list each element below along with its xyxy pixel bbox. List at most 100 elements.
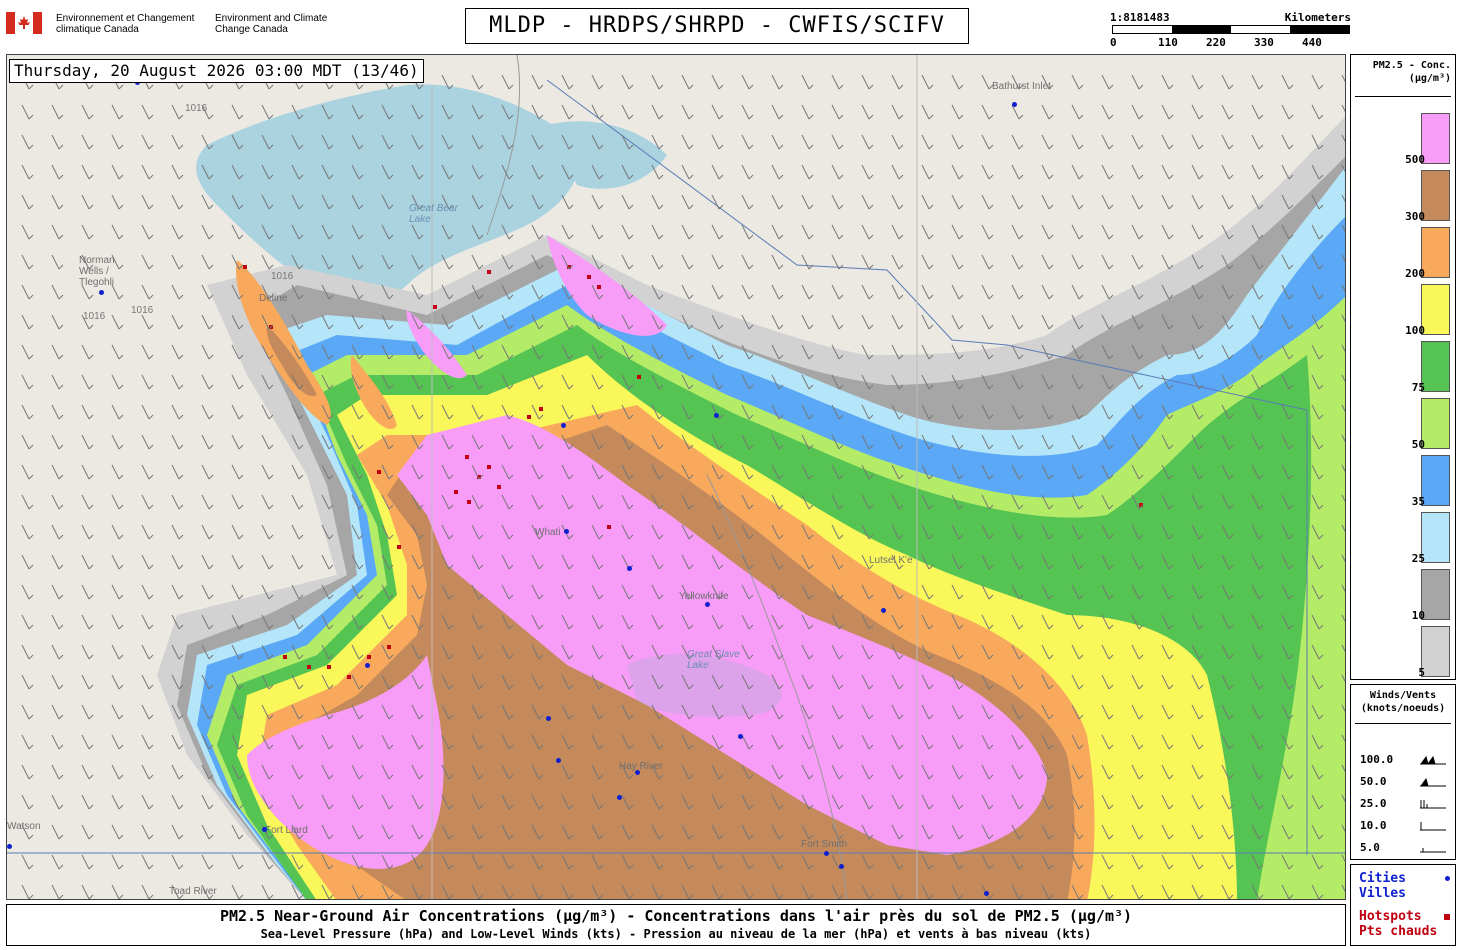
wind-barb <box>501 74 514 90</box>
city-marker[interactable] <box>561 423 566 428</box>
city-marker[interactable] <box>365 663 370 668</box>
city-marker[interactable] <box>556 758 561 763</box>
wind-barb <box>201 314 214 330</box>
wind-barb <box>141 854 154 870</box>
wind-barb <box>981 134 994 150</box>
map-panel[interactable]: Bathurst Inlet Great Bear Lake Norman We… <box>6 54 1346 900</box>
wind-barb <box>861 254 874 270</box>
wind-barb <box>1221 194 1234 210</box>
wind-barb <box>861 224 874 240</box>
wind-barb <box>921 164 934 180</box>
wind-legend-row: 100.0 <box>1360 751 1452 769</box>
wind-barb <box>861 164 874 180</box>
city-marker[interactable] <box>839 864 844 869</box>
city-marker[interactable] <box>262 827 267 832</box>
wind-barb <box>261 464 274 480</box>
wind-barb <box>111 494 124 510</box>
wind-barb <box>21 254 34 270</box>
wind-barb <box>81 524 94 540</box>
wind-barb <box>1281 134 1294 150</box>
wind-barb <box>981 224 994 240</box>
wind-barb <box>111 374 124 390</box>
place-norman-wells: Norman Wells / Tlegohli <box>79 255 115 288</box>
city-marker[interactable] <box>714 413 719 418</box>
wind-barb <box>81 824 94 840</box>
wind-barb <box>141 434 154 450</box>
wind-barb <box>591 194 604 210</box>
wind-barb <box>261 494 274 510</box>
wind-barb <box>1041 284 1054 300</box>
wind-barb <box>801 74 814 90</box>
city-marker[interactable] <box>824 851 829 856</box>
wind-barb <box>171 494 184 510</box>
wind-barb <box>1341 104 1345 113</box>
wind-barb <box>201 854 214 870</box>
concentration-legend: PM2.5 - Conc. (µg/m³) 500 300 200 100 75 50 35… <box>1350 54 1456 680</box>
wind-barb <box>561 74 574 90</box>
city-marker[interactable] <box>617 795 622 800</box>
wind-barb <box>81 884 94 899</box>
wind-barb <box>231 584 244 600</box>
city-marker[interactable] <box>546 716 551 721</box>
wind-barb <box>81 734 94 750</box>
wind-legend-row: 5.0 <box>1360 839 1452 857</box>
wind-barb <box>1131 134 1144 150</box>
wind-barb <box>831 164 844 180</box>
wind-barb <box>81 104 94 120</box>
city-marker[interactable] <box>738 734 743 739</box>
wind-barb <box>261 884 274 899</box>
scale-ratio: 1:8181483 <box>1110 11 1170 24</box>
wind-barb <box>261 434 274 450</box>
wind-barb <box>531 74 544 90</box>
wind-barb <box>81 164 94 180</box>
map-canvas[interactable] <box>7 55 1346 900</box>
city-marker[interactable] <box>627 566 632 571</box>
wind-barb <box>651 104 664 120</box>
wind-barb <box>21 404 34 420</box>
wind-barb <box>1101 104 1114 120</box>
city-marker[interactable] <box>1012 102 1017 107</box>
wind-barb <box>681 74 694 90</box>
city-marker[interactable] <box>705 602 710 607</box>
wind-barb <box>171 284 184 300</box>
wind-barb <box>201 374 214 390</box>
city-marker[interactable] <box>7 844 12 849</box>
legend-swatch <box>1421 626 1450 677</box>
scale-tick: 440 <box>1302 36 1322 49</box>
city-marker[interactable] <box>984 891 989 896</box>
city-marker[interactable] <box>99 290 104 295</box>
wind-barb <box>231 554 244 570</box>
wind-barb <box>171 134 184 150</box>
wind-barb <box>231 494 244 510</box>
wind-speed-label: 50.0 <box>1360 775 1387 788</box>
wind-barb <box>1251 194 1264 210</box>
wind-barb <box>771 314 784 330</box>
scale-tick: 220 <box>1206 36 1226 49</box>
wind-speed-label: 25.0 <box>1360 797 1387 810</box>
wind-barb <box>21 614 34 630</box>
wind-barb <box>981 194 994 210</box>
city-marker[interactable] <box>635 770 640 775</box>
wind-barb <box>291 494 304 510</box>
caption-title: PM2.5 Near-Ground Air Concentrations (µg… <box>219 907 1133 925</box>
legend-level-label: 300 <box>1405 210 1425 223</box>
legend-swatch <box>1421 398 1450 449</box>
wind-barb <box>81 224 94 240</box>
wind-barb <box>81 584 94 600</box>
wind-barb <box>921 74 934 90</box>
wind-barb <box>231 524 244 540</box>
wind-barb <box>1041 314 1054 330</box>
city-marker[interactable] <box>881 608 886 613</box>
wind-barb <box>741 164 754 180</box>
wind-barb <box>711 194 724 210</box>
wind-barb <box>1071 74 1084 90</box>
place-bathurst-inlet: Bathurst Inlet <box>992 81 1051 92</box>
caption-subtitle: Sea-Level Pressure (hPa) and Low-Level W… <box>260 927 1092 941</box>
wind-barb <box>51 224 64 240</box>
wind-barb-icon <box>1420 777 1446 787</box>
city-marker[interactable] <box>564 529 569 534</box>
wind-barb <box>1161 134 1174 150</box>
wind-barb <box>1071 134 1084 150</box>
wind-barb <box>951 314 964 330</box>
wind-barb <box>21 434 34 450</box>
